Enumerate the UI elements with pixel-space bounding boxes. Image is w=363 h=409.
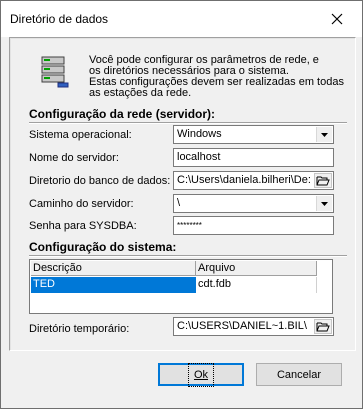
os-dropdown-button[interactable] bbox=[316, 127, 332, 142]
window-title: Diretório de dados bbox=[10, 12, 109, 26]
cancel-label: Cancelar bbox=[276, 368, 322, 381]
content-panel: Você pode configurar os parâmetros de re… bbox=[9, 37, 356, 351]
os-value: Windows bbox=[177, 128, 222, 140]
network-section-heading: Configuração da rede (servidor): bbox=[29, 107, 216, 121]
databases-grid[interactable]: Descrição Arquivo TED cdt.fdb bbox=[29, 259, 333, 314]
folder-open-icon bbox=[316, 322, 330, 332]
column-header-descricao[interactable]: Descrição bbox=[31, 261, 196, 276]
dialog-window: Diretório de dados Você pode configurar … bbox=[0, 0, 363, 409]
path-value: \ bbox=[177, 197, 181, 209]
dbdir-browse-button[interactable] bbox=[314, 173, 332, 188]
path-dropdown-button[interactable] bbox=[316, 196, 332, 211]
tempdir-browse-button[interactable] bbox=[314, 319, 332, 334]
grid-cell-arquivo[interactable]: cdt.fdb bbox=[196, 277, 317, 293]
dropdown-arrow-icon bbox=[321, 201, 328, 206]
password-input[interactable]: ******** bbox=[173, 216, 334, 235]
grid-cell-descricao[interactable]: TED bbox=[31, 277, 196, 293]
tempdir-input[interactable]: C:\USERS\DANIEL~1.BIL\ bbox=[173, 317, 334, 336]
info-description: Você pode configurar os parâmetros de re… bbox=[89, 55, 351, 99]
dbdir-input[interactable]: C:\Users\daniela.bilheri\De: bbox=[173, 171, 334, 190]
close-icon bbox=[331, 13, 343, 25]
title-bar: Diretório de dados bbox=[1, 1, 362, 37]
server-input[interactable]: localhost bbox=[173, 148, 334, 167]
close-button[interactable] bbox=[319, 5, 355, 33]
server-network-icon bbox=[41, 56, 69, 88]
server-value: localhost bbox=[177, 151, 221, 163]
cancel-button[interactable]: Cancelar bbox=[256, 363, 342, 386]
info-line: as estações da rede. bbox=[89, 87, 192, 99]
ok-label: Ok bbox=[187, 362, 215, 387]
dropdown-arrow-icon bbox=[321, 132, 328, 137]
system-section-heading: Configuração do sistema: bbox=[29, 240, 177, 254]
path-select[interactable]: \ bbox=[173, 194, 334, 213]
tempdir-label: Diretório temporário: bbox=[29, 323, 130, 335]
ok-button[interactable]: Ok bbox=[158, 362, 244, 387]
os-select[interactable]: Windows bbox=[173, 125, 334, 144]
server-label: Nome do servidor: bbox=[29, 152, 119, 164]
dbdir-value: C:\Users\daniela.bilheri\De: bbox=[177, 174, 311, 186]
column-header-arquivo[interactable]: Arquivo bbox=[196, 261, 317, 276]
password-label: Senha para SYSDBA: bbox=[29, 220, 137, 232]
password-value: ******** bbox=[177, 221, 202, 230]
folder-open-icon bbox=[316, 176, 330, 186]
dbdir-label: Diretorio do banco de dados: bbox=[29, 175, 171, 187]
os-label: Sistema operacional: bbox=[29, 129, 132, 141]
tempdir-value: C:\USERS\DANIEL~1.BIL\ bbox=[177, 320, 307, 332]
path-label: Caminho do servidor: bbox=[29, 198, 134, 210]
network-divider bbox=[29, 122, 347, 124]
system-divider bbox=[29, 255, 347, 257]
